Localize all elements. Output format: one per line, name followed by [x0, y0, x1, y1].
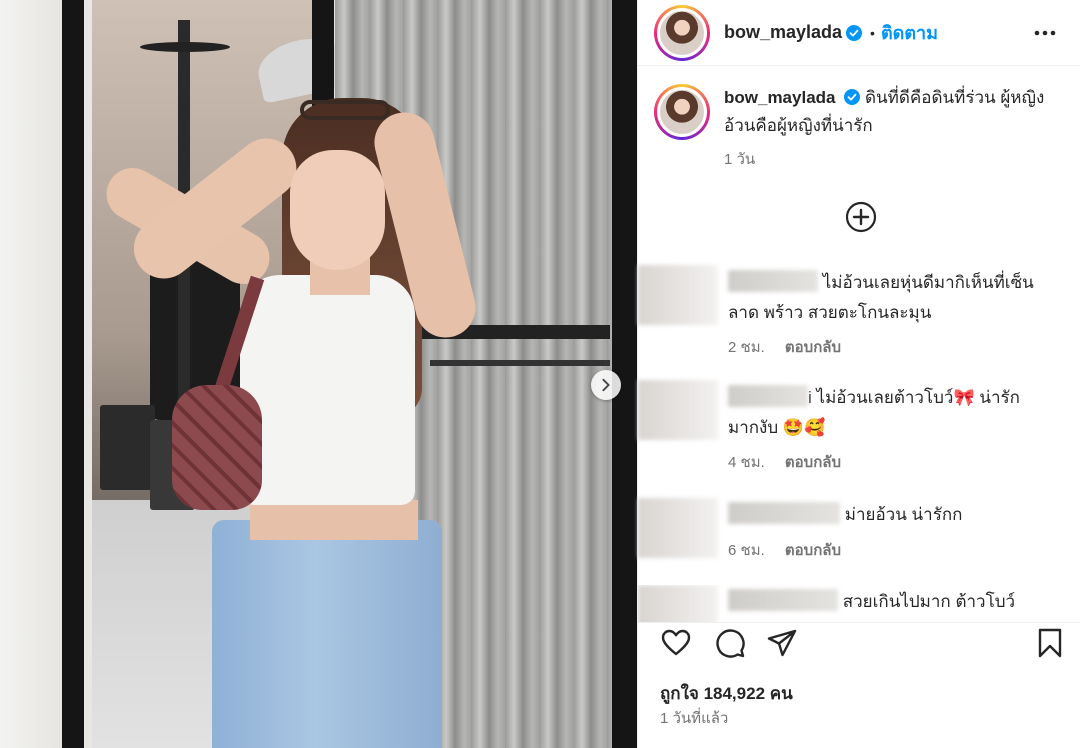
caption-timestamp: 1 วัน — [724, 151, 756, 168]
paper-plane-icon[interactable] — [766, 627, 798, 659]
next-photo-button[interactable] — [591, 370, 621, 400]
comment-username-blurred — [728, 589, 838, 611]
photo-figure-skin — [250, 500, 418, 540]
comment-text: i ไม่อ้วนเลยต้าวโบว์🎀 น่ารัก มากงับ 🤩🥰 — [728, 383, 1061, 443]
comment-avatar-blurred — [638, 380, 718, 440]
comment-time: 6 ชม. — [728, 542, 765, 559]
comment-time: 2 ชม. — [728, 339, 765, 356]
avatar[interactable] — [654, 84, 710, 140]
add-circle-icon[interactable] — [844, 200, 878, 234]
photo-rail — [430, 360, 610, 366]
comment-username-blurred — [728, 270, 818, 292]
comment-text: ไม่อ้วนเลยหุ่นดีมากิเห็นที่เซ็นลาด พร้าว… — [728, 268, 1061, 328]
comment-bubble-icon[interactable] — [714, 627, 746, 659]
comment-avatar-blurred — [638, 265, 718, 325]
post-header: bow_maylada • ติดตาม — [638, 0, 1080, 66]
photo-tank-top — [240, 275, 415, 505]
photo-light-stand-top — [140, 42, 230, 52]
comment-text: ม่ายอ้วน น่ารักก — [728, 500, 1061, 530]
post-caption: bow_maylada ดินที่ดีคือดินที่ร่วน ผู้หญิ… — [638, 66, 1080, 174]
comment-username-partial: i — [808, 388, 812, 407]
post-timestamp: 1 วันที่แล้ว — [660, 710, 729, 727]
comment-time: 4 ชม. — [728, 454, 765, 471]
comment-avatar-blurred — [638, 498, 718, 558]
post-actions-bar — [638, 622, 1080, 662]
verified-badge-icon — [844, 89, 861, 105]
photo-equipment — [100, 405, 155, 490]
like-count[interactable]: ถูกใจ 184,922 คน — [660, 680, 793, 707]
more-options-icon[interactable] — [1032, 20, 1058, 46]
reply-button[interactable]: ตอบกลับ — [785, 339, 841, 356]
separator-dot: • — [870, 24, 875, 41]
star-eyes-emoji-icon: 🤩 — [782, 418, 805, 438]
smiling-hearts-emoji-icon: 🥰 — [804, 418, 826, 438]
photo-jeans — [212, 520, 442, 748]
reply-button[interactable]: ตอบกลับ — [785, 454, 841, 471]
post-side-panel: bow_maylada • ติดตาม bow_maylada ดินที่ด… — [637, 0, 1080, 748]
follow-button[interactable]: ติดตาม — [881, 18, 938, 47]
verified-badge-icon — [846, 24, 863, 41]
ribbon-emoji-icon: 🎀 — [953, 388, 975, 408]
comment-text: สวยเกินไปมาก ต้าวโบว์ — [728, 587, 1061, 617]
avatar-image — [657, 87, 707, 137]
photo-door-frame — [62, 0, 84, 748]
comment-meta: 2 ชม. ตอบกลับ — [728, 335, 857, 359]
comment-username-blurred — [728, 502, 840, 524]
comment-meta: 6 ชม. ตอบกลับ — [728, 538, 857, 562]
post-photo[interactable] — [0, 0, 637, 748]
username-link[interactable]: bow_maylada — [724, 22, 842, 43]
comment-username-blurred — [728, 385, 808, 407]
bookmark-icon[interactable] — [1034, 627, 1066, 659]
avatar[interactable] — [654, 4, 710, 61]
caption-username[interactable]: bow_maylada — [724, 88, 836, 107]
heart-icon[interactable] — [660, 627, 692, 659]
reply-button[interactable]: ตอบกลับ — [785, 542, 841, 559]
avatar-image — [657, 7, 707, 58]
photo-figure-face — [290, 150, 385, 270]
comment-avatar-blurred — [638, 585, 718, 622]
photo-handbag — [172, 385, 262, 510]
photo-sunglasses — [300, 100, 390, 120]
chevron-right-icon — [602, 378, 610, 392]
photo-wall — [0, 0, 62, 748]
comment-meta: 4 ชม. ตอบกลับ — [728, 450, 857, 474]
comment-item: สวยเกินไปมาก ต้าวโบว์ — [638, 585, 1080, 622]
